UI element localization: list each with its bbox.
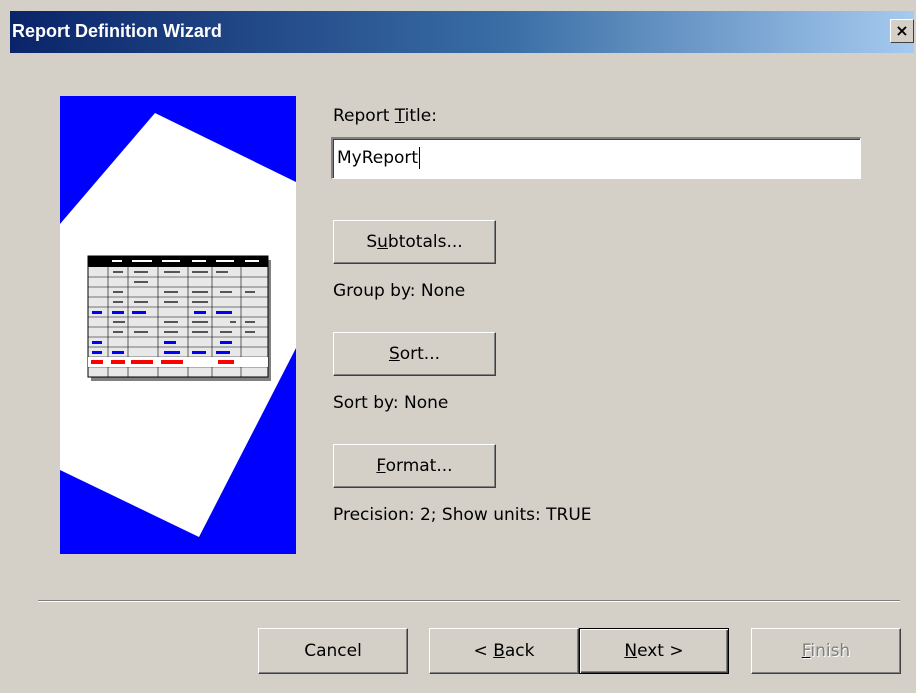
back-button[interactable]: < Back xyxy=(429,628,579,674)
report-title-value: MyReport xyxy=(337,148,419,168)
group-by-status: Group by: None xyxy=(333,281,466,301)
close-button[interactable]: × xyxy=(890,19,914,43)
sort-button[interactable]: Sort... xyxy=(333,332,496,376)
title-bar[interactable]: Report Definition Wizard × xyxy=(10,11,914,53)
report-preview-graphic xyxy=(60,113,296,537)
report-title-label: Report Title: xyxy=(333,106,437,126)
report-title-input[interactable]: MyReport xyxy=(331,137,861,179)
footer-divider xyxy=(38,600,900,602)
window-title: Report Definition Wizard xyxy=(12,21,222,41)
finish-button[interactable]: Finish xyxy=(751,628,901,674)
wizard-illustration xyxy=(60,96,296,554)
text-caret xyxy=(419,147,421,169)
subtotals-button[interactable]: Subtotals... xyxy=(333,220,496,264)
next-button[interactable]: Next > xyxy=(579,628,729,674)
format-status: Precision: 2; Show units: TRUE xyxy=(333,505,592,525)
format-button[interactable]: Format... xyxy=(333,444,496,488)
sort-by-status: Sort by: None xyxy=(333,393,449,413)
cancel-button[interactable]: Cancel xyxy=(258,628,408,674)
close-icon: × xyxy=(895,21,909,40)
